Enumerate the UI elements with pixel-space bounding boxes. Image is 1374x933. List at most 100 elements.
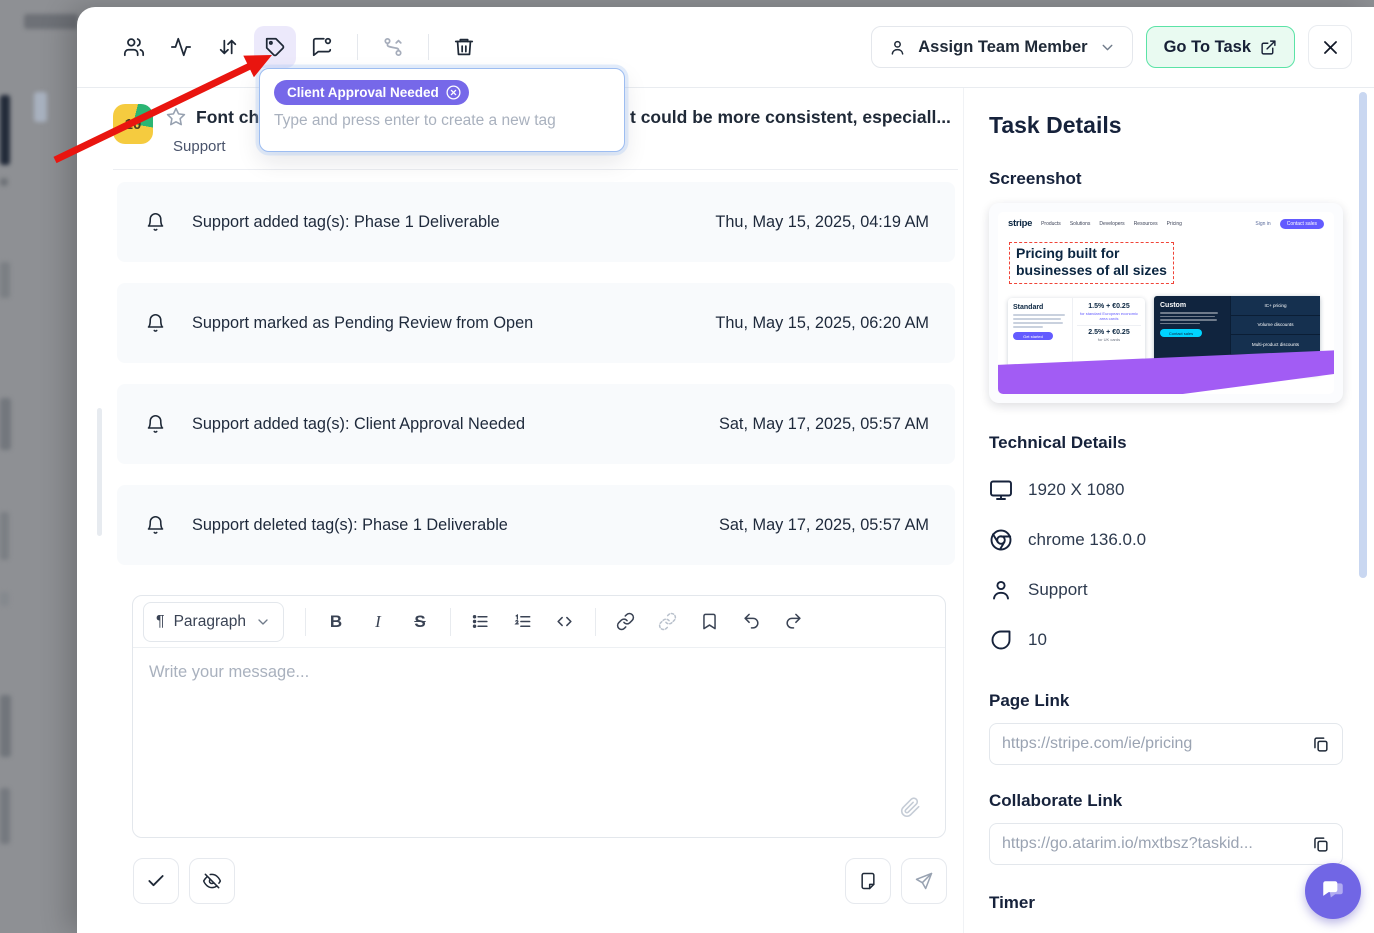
collaborate-link-field	[989, 823, 1343, 865]
activity-text: Support added tag(s): Client Approval Ne…	[192, 415, 525, 434]
star-icon[interactable]	[165, 106, 187, 133]
bookmark-button[interactable]	[689, 602, 731, 642]
note-button[interactable]	[845, 858, 891, 904]
paragraph-style-label: Paragraph	[174, 613, 246, 631]
tag-button[interactable]	[254, 26, 296, 68]
task-title-fragment-left: Font ch	[196, 107, 259, 128]
panel-title: Task Details	[989, 112, 1374, 139]
sort-arrows-icon	[217, 36, 239, 58]
sort-button[interactable]	[207, 26, 249, 68]
panel-scrollbar[interactable]	[1359, 92, 1367, 578]
activity-date: Sat, May 17, 2025, 05:57 AM	[719, 415, 929, 434]
note-icon	[858, 871, 878, 891]
editor-toolbar-divider	[595, 608, 596, 636]
preview-navbar: stripe Products Solutions Developers Res…	[998, 212, 1334, 233]
preview-price-1-caption: for standard European economic area card…	[1077, 311, 1141, 322]
new-tag-input[interactable]	[274, 112, 610, 130]
editor-toolbar-divider	[305, 608, 306, 636]
copy-page-link-button[interactable]	[1311, 735, 1330, 754]
task-avatar: 10	[113, 104, 153, 144]
tag-pill[interactable]: Client Approval Needed	[274, 80, 469, 105]
technical-details-label: Technical Details	[989, 433, 1374, 453]
italic-button[interactable]: I	[357, 602, 399, 642]
tag-pill-label: Client Approval Needed	[287, 85, 439, 100]
backdrop-blur-block	[0, 512, 9, 560]
preview-headline-line1: Pricing built for	[1016, 245, 1167, 262]
go-to-task-button[interactable]: Go To Task	[1146, 26, 1295, 68]
paragraph-style-select[interactable]: ¶ Paragraph	[143, 602, 284, 642]
bold-button[interactable]: B	[315, 602, 357, 642]
reporter-value: Support	[1028, 580, 1088, 600]
screenshot-thumbnail[interactable]: stripe Products Solutions Developers Res…	[989, 203, 1343, 403]
assign-team-member-button[interactable]: Assign Team Member	[871, 26, 1132, 68]
chat-bubble-icon	[1320, 878, 1346, 904]
delete-task-button[interactable]	[443, 26, 485, 68]
split-task-button[interactable]	[372, 26, 414, 68]
collaborate-link-label: Collaborate Link	[989, 791, 1374, 811]
preview-headline-line2: businesses of all sizes	[1016, 262, 1167, 279]
person-icon	[989, 578, 1013, 602]
tag-icon	[264, 36, 286, 58]
activity-row: Support added tag(s): Client Approval Ne…	[117, 384, 955, 464]
task-details-panel: Task Details Screenshot stripe Products …	[963, 88, 1374, 933]
strikethrough-button[interactable]: S	[399, 602, 441, 642]
collaborate-link-input[interactable]	[1002, 835, 1303, 853]
ordered-list-icon	[513, 612, 532, 631]
internal-note-visibility-button[interactable]	[189, 858, 235, 904]
activity-scrollbar[interactable]	[97, 408, 102, 536]
close-icon	[1321, 38, 1340, 57]
preview-feature: IC+ pricing	[1230, 296, 1320, 316]
activity-row: Support deleted tag(s): Phase 1 Delivera…	[117, 485, 955, 565]
comment-user-icon	[311, 36, 333, 58]
backdrop-blur-block	[0, 398, 11, 450]
footer-spacer	[245, 858, 835, 904]
activity-text: Support added tag(s): Phase 1 Deliverabl…	[192, 213, 500, 232]
paperclip-icon	[900, 797, 921, 818]
copy-collaborate-link-button[interactable]	[1311, 835, 1330, 854]
backdrop-blur-toolbar	[24, 14, 78, 29]
assignees-button[interactable]	[113, 26, 155, 68]
pilcrow-icon: ¶	[156, 613, 165, 631]
comment-button[interactable]	[301, 26, 343, 68]
close-modal-button[interactable]	[1308, 25, 1352, 69]
bullet-list-button[interactable]	[460, 602, 502, 642]
preview-nav-item: Pricing	[1167, 221, 1182, 227]
go-to-task-label: Go To Task	[1164, 38, 1251, 57]
task-avatar-number: 10	[125, 116, 142, 133]
copy-icon	[1311, 835, 1330, 854]
code-button[interactable]	[544, 602, 586, 642]
activity-date: Thu, May 15, 2025, 06:20 AM	[715, 314, 929, 333]
resolve-task-button[interactable]	[133, 858, 179, 904]
ordered-list-button[interactable]	[502, 602, 544, 642]
preview-get-started-button: Get started	[1013, 332, 1053, 340]
unlink-icon	[658, 612, 677, 631]
link-button[interactable]	[605, 602, 647, 642]
preview-contact-sales-button: Contact sales	[1280, 219, 1324, 229]
technical-details-list: 1920 X 1080 chrome 136.0.0 Support 10	[989, 465, 1374, 665]
remove-tag-icon[interactable]	[445, 84, 462, 101]
chat-widget-button[interactable]	[1305, 863, 1361, 919]
send-message-button[interactable]	[901, 858, 947, 904]
preview-nav-item: Resources	[1134, 221, 1158, 227]
unlink-button[interactable]	[647, 602, 689, 642]
message-input[interactable]	[133, 649, 945, 837]
chevron-down-icon	[255, 614, 271, 630]
monitor-icon	[989, 478, 1013, 502]
activity-date: Thu, May 15, 2025, 04:19 AM	[715, 213, 929, 232]
attach-file-button[interactable]	[900, 797, 921, 821]
backdrop-blur-block	[0, 262, 10, 298]
page-link-input[interactable]	[1002, 735, 1303, 753]
backdrop-blur-block	[0, 178, 8, 186]
preview-standard-title: Standard	[1013, 304, 1067, 311]
task-detail-modal: Assign Team Member Go To Task Client App…	[77, 7, 1374, 933]
preview-brand: stripe	[1008, 218, 1032, 229]
bell-icon	[145, 313, 166, 334]
bookmark-icon	[700, 612, 719, 631]
activity-log-button[interactable]	[160, 26, 202, 68]
task-number-value: 10	[1028, 630, 1047, 650]
redo-button[interactable]	[773, 602, 815, 642]
backdrop-blur-tab-indicator	[34, 92, 47, 122]
editor-toolbar: ¶ Paragraph B I S	[133, 596, 945, 648]
undo-button[interactable]	[731, 602, 773, 642]
preview-price-2: 2.5% + €0.25	[1077, 329, 1141, 336]
